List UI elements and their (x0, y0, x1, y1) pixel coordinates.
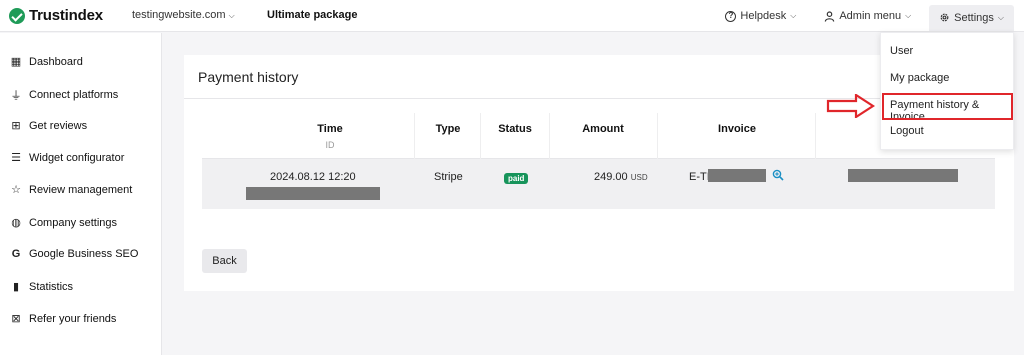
row-type: Stripe (434, 171, 463, 183)
sidebar-item-dashboard[interactable]: ▦ Dashboard (10, 55, 83, 69)
globe-icon: ◍ (11, 217, 21, 229)
sidebar-item-refer-friends[interactable]: ⊠ Refer your friends (10, 312, 117, 326)
sidebar-item-label: Statistics (29, 280, 74, 293)
row-time: 2024.08.12 12:20 (270, 171, 356, 183)
chevron-down-icon: ⌵ (790, 11, 797, 20)
menu-item-my-package[interactable]: My package (890, 72, 949, 84)
sidebar-item-label: Dashboard (29, 55, 83, 68)
chevron-down-icon: ⌵ (997, 12, 1004, 22)
settings-menu[interactable]: Settings ⌵ (929, 4, 1014, 31)
site-selector[interactable]: testingwebsite.com ⌵ (132, 9, 235, 21)
column-header-status: Status (498, 123, 532, 135)
message-plus-icon: ⊞ (11, 120, 21, 132)
gear-icon (940, 13, 949, 22)
settings-label: Settings (954, 11, 994, 24)
column-divider (480, 113, 481, 159)
column-header-type: Type (435, 123, 461, 135)
column-header-time: Time (317, 123, 343, 135)
settings-dropdown: User My package Payment history & Invoic… (880, 32, 1014, 150)
sidebar-item-company-settings[interactable]: ◍ Company settings (10, 216, 118, 230)
row-amount: 249.00 USD (594, 171, 648, 183)
zoom-in-icon[interactable] (772, 169, 784, 181)
sidebar-item-get-reviews[interactable]: ⊞ Get reviews (10, 119, 88, 133)
user-admin-icon (825, 10, 835, 22)
payment-table: Time ID Type Status Amount Invoice 2024.… (202, 113, 995, 209)
menu-item-logout[interactable]: Logout (890, 125, 924, 137)
package-name: Ultimate package (267, 9, 358, 21)
top-bar: Trustindex testingwebsite.com ⌵ Ultimate… (0, 0, 1024, 32)
sidebar-item-review-management[interactable]: ☆ Review management (10, 183, 133, 197)
star-icon: ☆ (11, 184, 21, 196)
column-divider (657, 113, 658, 159)
sidebar-item-label: Company settings (29, 216, 118, 229)
redacted-invoice-number (708, 169, 766, 182)
chevron-down-icon: ⌵ (228, 11, 235, 20)
redacted-id (246, 187, 380, 200)
bar-chart-icon: ▮ (12, 281, 20, 293)
chevron-down-icon: ⌵ (905, 11, 912, 20)
sidebar-item-label: Widget configurator (29, 151, 125, 164)
site-selector-label: testingwebsite.com (132, 9, 226, 21)
plug-icon: ⏚ (10, 90, 22, 102)
sidebar-item-label: Refer your friends (29, 312, 117, 325)
column-header-amount: Amount (582, 123, 624, 135)
column-subheader-id: ID (325, 140, 335, 150)
row-invoice: E-TI (689, 171, 710, 183)
gift-icon: ⊠ (11, 313, 21, 325)
grid-icon: ▦ (10, 56, 22, 68)
menu-item-user[interactable]: User (890, 45, 913, 57)
sidebar-item-connect-platforms[interactable]: ⏚ Connect platforms (10, 87, 119, 103)
amount-value: 249.00 (594, 171, 628, 183)
helpdesk-label: Helpdesk (740, 10, 787, 22)
sidebar-item-widget-configurator[interactable]: ☰ Widget configurator (10, 151, 125, 165)
sidebar-item-google-business-seo[interactable]: G Google Business SEO (10, 248, 139, 260)
google-icon: G (11, 248, 21, 260)
sidebar-item-label: Google Business SEO (29, 248, 139, 260)
sidebar-item-label: Get reviews (29, 119, 88, 132)
back-button[interactable]: Back (202, 249, 247, 273)
column-divider (815, 113, 816, 159)
table-row: 2024.08.12 12:20 Stripe paid 249.00 USD … (202, 159, 995, 209)
helpdesk-menu[interactable]: ? Helpdesk ⌵ (715, 0, 806, 32)
column-divider (549, 113, 550, 159)
sidebar-item-label: Review management (29, 183, 133, 196)
annotation-arrow-icon (826, 94, 876, 118)
brand-name: Trustindex (29, 7, 103, 24)
sidebar: ▦ Dashboard ⏚ Connect platforms ⊞ Get re… (0, 33, 162, 355)
amount-currency: USD (630, 173, 648, 182)
column-divider (414, 113, 415, 159)
column-header-invoice: Invoice (718, 123, 756, 135)
status-badge: paid (504, 173, 529, 184)
admin-menu-label: Admin menu (839, 10, 902, 22)
table-header: Time ID Type Status Amount Invoice (202, 113, 995, 159)
sliders-icon: ☰ (11, 152, 21, 164)
question-icon: ? (725, 10, 737, 22)
page-title: Payment history (198, 69, 299, 85)
redacted-field (848, 169, 958, 182)
brand-logo[interactable]: Trustindex (9, 7, 103, 24)
checkmark-logo-icon (9, 7, 25, 24)
highlight-box (882, 93, 1013, 120)
sidebar-item-statistics[interactable]: ▮ Statistics (10, 280, 74, 294)
sidebar-item-label: Connect platforms (29, 89, 119, 101)
admin-menu[interactable]: Admin menu ⌵ (814, 0, 921, 32)
